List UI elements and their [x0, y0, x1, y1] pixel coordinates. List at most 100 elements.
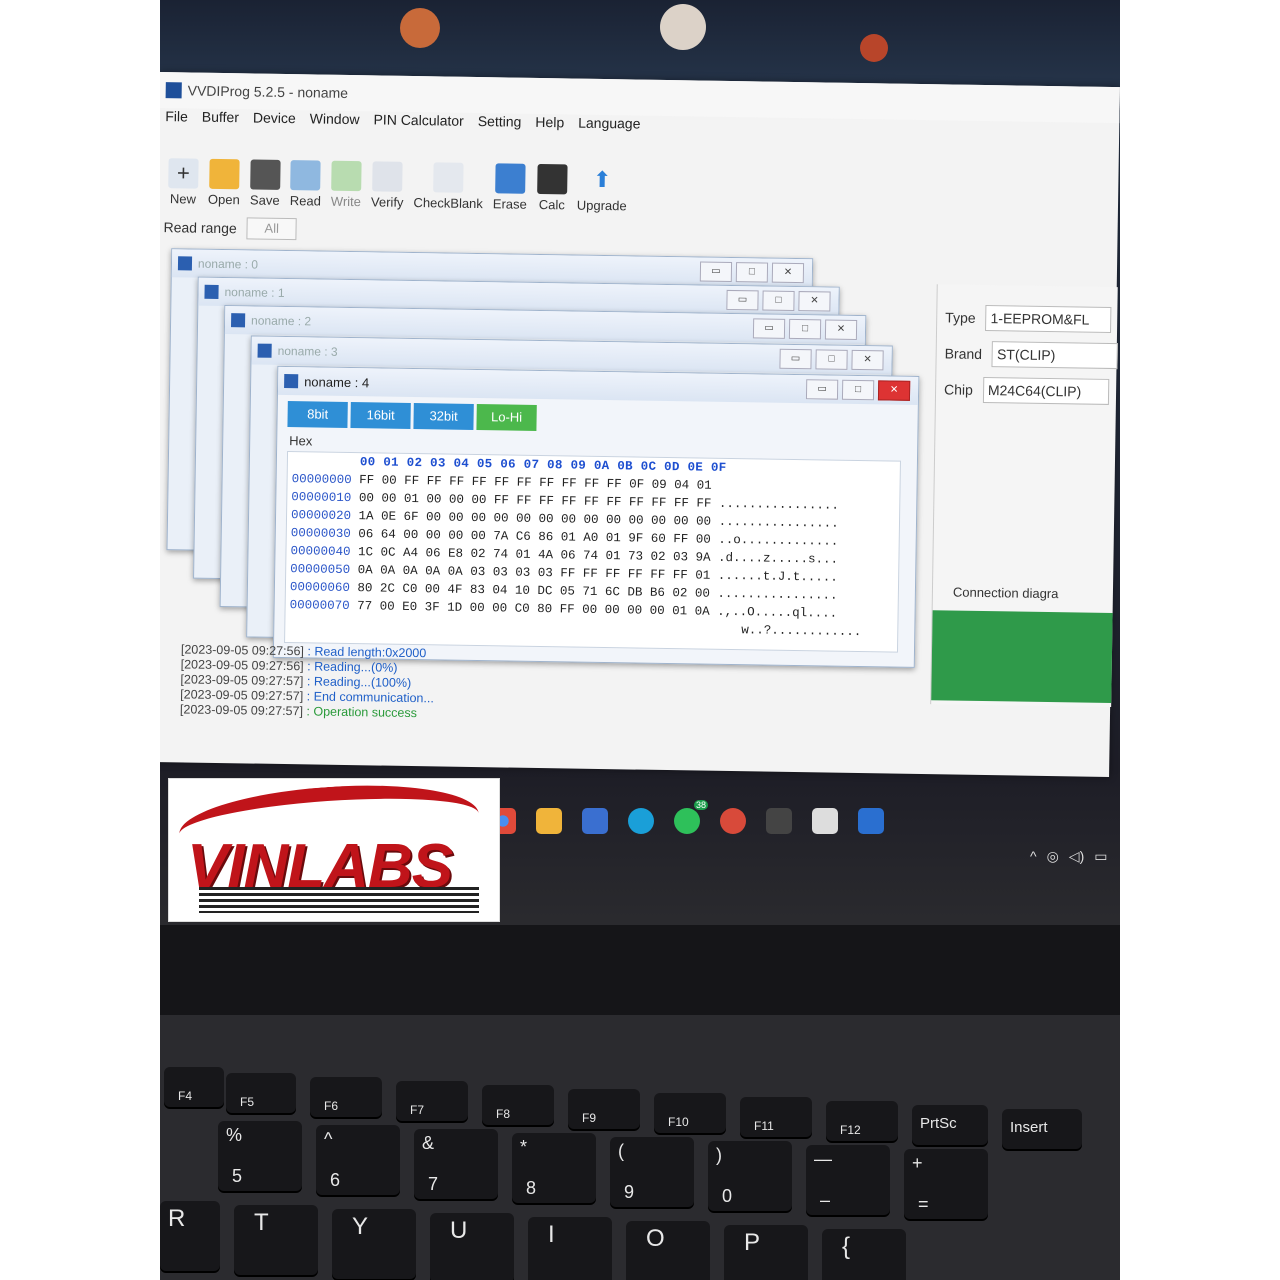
vvdiprog-taskbar-icon[interactable]: [858, 808, 884, 834]
key-t[interactable]: T: [234, 1205, 318, 1275]
key-9[interactable]: (9: [610, 1137, 694, 1207]
minimize-button[interactable]: ▭: [805, 379, 839, 400]
key-equals[interactable]: + =: [904, 1149, 988, 1219]
save-button[interactable]: Save: [250, 159, 281, 208]
key-i[interactable]: I: [528, 1217, 612, 1280]
key-brace[interactable]: {: [822, 1229, 906, 1280]
chrome-profile-icon[interactable]: [720, 808, 746, 834]
log-panel: [2023-09-05 09:27:56] : Read length:0x20…: [180, 642, 435, 721]
network-icon[interactable]: ◎: [1047, 848, 1059, 865]
key-f12[interactable]: F12: [826, 1101, 898, 1141]
key-f6[interactable]: F6: [310, 1077, 382, 1117]
battery-icon[interactable]: ▭: [1094, 848, 1107, 865]
maximize-button[interactable]: □: [841, 379, 875, 401]
key-5[interactable]: % 5: [218, 1121, 302, 1191]
minimize-button[interactable]: ▭: [726, 289, 759, 311]
window-icon: [284, 373, 299, 389]
hex-column-header: 00 01 02 03 04 05 06 07 08 09 0A 0B 0C 0…: [359, 455, 727, 475]
close-button[interactable]: ✕: [771, 262, 805, 284]
key-insert[interactable]: Insert: [1002, 1109, 1082, 1149]
open-button[interactable]: Open: [208, 158, 241, 207]
tab-16bit[interactable]: 16bit: [350, 402, 411, 429]
wallpaper-planet: [660, 4, 706, 50]
read-range-label: Read range: [163, 219, 237, 237]
minimize-button[interactable]: ▭: [699, 261, 733, 283]
key-r[interactable]: R: [160, 1201, 220, 1271]
key-o[interactable]: O: [626, 1221, 710, 1280]
maximize-button[interactable]: □: [788, 318, 822, 340]
menu-device[interactable]: Device: [253, 109, 296, 134]
chip-field: Chip M24C64(CLIP): [944, 376, 1110, 405]
type-value[interactable]: 1-EEPROM&FL: [985, 304, 1112, 333]
whatsapp-icon[interactable]: 38: [674, 800, 708, 834]
window-icon: [231, 313, 246, 328]
file-explorer-icon[interactable]: [536, 808, 562, 834]
store-icon[interactable]: [582, 808, 608, 834]
maximize-button[interactable]: □: [815, 349, 848, 370]
key-y[interactable]: Y: [332, 1209, 416, 1279]
read-button[interactable]: Read: [290, 160, 322, 209]
key-f9[interactable]: F9: [568, 1089, 640, 1129]
key-f5[interactable]: F5: [226, 1073, 296, 1113]
maximize-button[interactable]: □: [735, 262, 769, 283]
key-f10[interactable]: F10: [654, 1093, 726, 1133]
new-button[interactable]: + New: [168, 158, 199, 207]
up-arrow-icon: ⬆: [592, 166, 612, 193]
menu-setting[interactable]: Setting: [478, 113, 522, 138]
key-f11[interactable]: F11: [740, 1097, 812, 1137]
minimize-button[interactable]: ▭: [752, 318, 786, 339]
keyboard: F4 F5 F6 F7 F8 F9 F10 F11 F12 PrtSc Inse…: [160, 1015, 1120, 1280]
write-button[interactable]: Write: [331, 160, 362, 209]
key-7[interactable]: & 7: [414, 1129, 498, 1199]
menu-help[interactable]: Help: [535, 114, 564, 138]
volume-icon[interactable]: ◁): [1069, 848, 1084, 865]
key-f4[interactable]: F4: [164, 1067, 224, 1107]
key-8[interactable]: * 8: [512, 1133, 596, 1203]
menu-pin-calculator[interactable]: PIN Calculator: [373, 111, 464, 136]
erase-button[interactable]: Erase: [493, 163, 528, 212]
key-6[interactable]: ^ 6: [316, 1125, 400, 1195]
key-prtsc[interactable]: PrtSc: [912, 1105, 988, 1145]
menu-buffer[interactable]: Buffer: [202, 109, 239, 134]
calculator-icon: [536, 163, 568, 195]
chip-value[interactable]: M24C64(CLIP): [982, 376, 1110, 405]
key-f7[interactable]: F7: [396, 1081, 468, 1121]
calc-button[interactable]: Calc: [536, 163, 568, 212]
upgrade-button[interactable]: ⬆ Upgrade: [577, 165, 628, 214]
menu-language[interactable]: Language: [578, 115, 641, 140]
read-range-select[interactable]: All: [246, 217, 297, 241]
window-icon: [204, 284, 219, 299]
chevron-up-icon[interactable]: ^: [1030, 848, 1037, 865]
brand-value[interactable]: ST(CLIP): [991, 341, 1119, 370]
key-0[interactable]: ) 0: [708, 1141, 792, 1211]
edge-icon[interactable]: [628, 808, 654, 834]
menu-file[interactable]: File: [165, 108, 188, 132]
hex-editor[interactable]: 00 01 02 03 04 05 06 07 08 09 0A 0B 0C 0…: [284, 451, 901, 653]
maximize-button[interactable]: □: [762, 290, 795, 311]
folder-icon: [209, 158, 240, 190]
menu-window[interactable]: Window: [310, 110, 360, 135]
close-button[interactable]: ✕: [798, 291, 831, 312]
tab-32bit[interactable]: 32bit: [413, 403, 474, 430]
tab-lo-hi[interactable]: Lo-Hi: [476, 404, 537, 431]
new-file-icon: +: [168, 158, 199, 189]
key-f8[interactable]: F8: [482, 1085, 554, 1125]
read-chip-icon: [290, 160, 321, 191]
tab-8bit[interactable]: 8bit: [287, 401, 348, 428]
close-button[interactable]: ✕: [877, 380, 911, 401]
key-minus[interactable]: — –: [806, 1145, 890, 1215]
child-window-4[interactable]: noname : 4 ▭ □ ✕ 8bit 16bit 32bit Lo-Hi He…: [272, 365, 920, 668]
key-p[interactable]: P: [724, 1225, 808, 1280]
verify-button[interactable]: Verify: [371, 161, 404, 210]
write-chip-icon: [331, 160, 362, 192]
checkblank-button[interactable]: CheckBlank: [413, 162, 483, 211]
close-button[interactable]: ✕: [851, 349, 884, 371]
key-u[interactable]: U: [430, 1213, 514, 1280]
close-button[interactable]: ✕: [824, 319, 858, 340]
minimize-button[interactable]: ▭: [779, 348, 812, 370]
laptop-bezel: [160, 925, 1120, 1015]
snipping-icon[interactable]: [766, 808, 792, 834]
app-tile-icon[interactable]: [812, 808, 838, 834]
whatsapp-badge: 38: [693, 800, 708, 810]
connection-diagram-tab[interactable]: Connection diagra: [953, 585, 1059, 602]
